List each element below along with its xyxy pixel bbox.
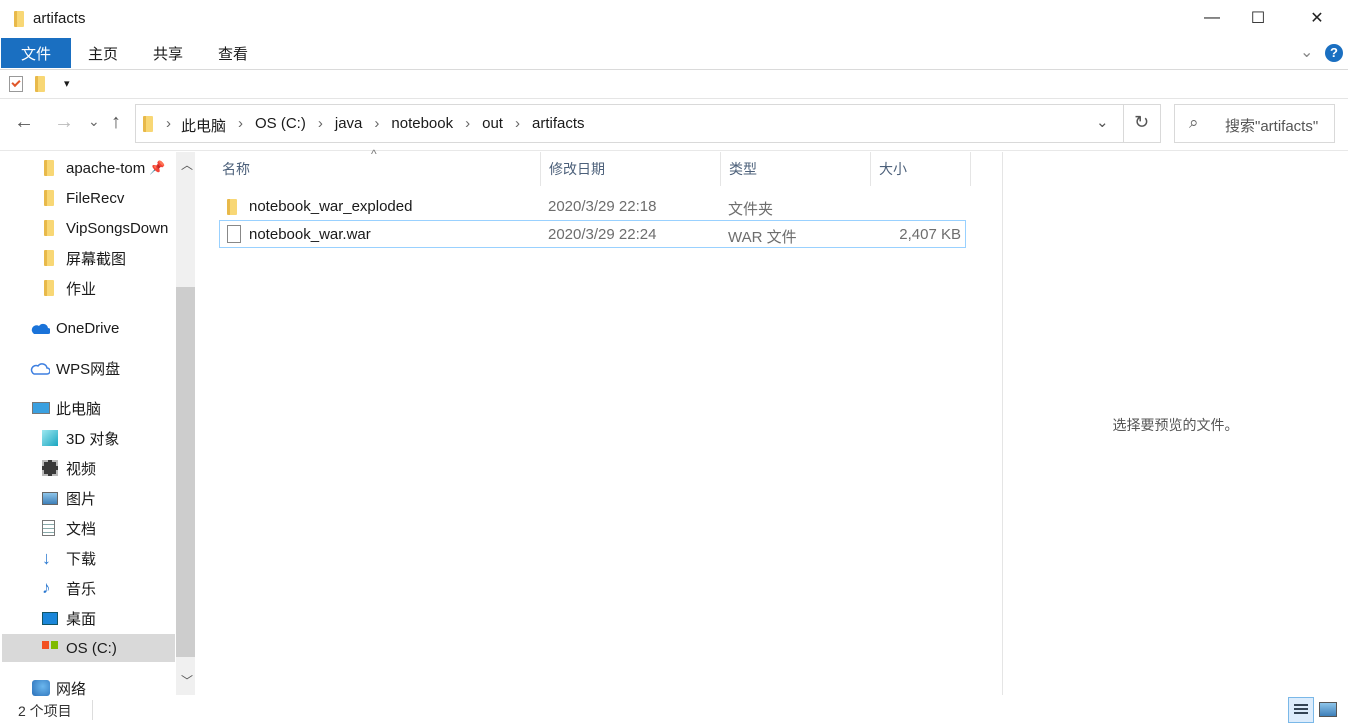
cube-icon [42,430,58,446]
column-header-modified[interactable]: 修改日期 [541,152,721,186]
customize-quick-access-button[interactable]: ▾ [64,77,70,90]
sidebar-item-network[interactable]: 网络 [0,674,175,702]
film-icon [42,460,58,476]
scroll-down-arrow[interactable]: ﹀ [181,672,193,689]
onedrive-icon [31,323,50,334]
sidebar-scrollbar[interactable]: ︿ ﹀ [176,152,195,695]
breadcrumb-notebook[interactable]: notebook [391,115,453,136]
search-placeholder: 搜索"artifacts" [1225,118,1319,135]
sidebar-item-downloads[interactable]: ↓ 下载 [0,544,175,572]
sidebar-item-desktop[interactable]: 桌面 [0,604,175,632]
sidebar-item-filerecv[interactable]: FileRecv [0,184,175,212]
navigation-pane: apache-tom 📌 FileRecv VipSongsDown 屏幕截图 作… [0,152,196,698]
file-row[interactable]: notebook_war_exploded 2020/3/29 22:18 文件… [219,193,966,221]
back-button[interactable]: ← [14,111,34,134]
file-modified: 2020/3/29 22:18 [548,198,657,215]
file-size: 2,407 KB [899,226,961,243]
breadcrumb-out[interactable]: out [482,115,503,136]
preview-message: 选择要预览的文件。 [1112,417,1239,433]
folder-icon [44,250,54,266]
desktop-icon [42,611,58,625]
file-type: WAR 文件 [728,229,797,246]
search-icon: ⌕ [1189,113,1199,132]
address-dropdown-button[interactable]: ⌄ [1096,113,1109,131]
search-input[interactable]: ⌕ 搜索"artifacts" [1174,104,1335,143]
large-icons-view-button[interactable] [1319,702,1337,717]
window-title: artifacts [33,10,86,27]
refresh-button[interactable]: ↻ [1134,112,1149,133]
separator: › [374,115,380,132]
status-item-count: 2 个项目 [18,703,72,719]
folder-icon [14,11,24,27]
file-modified: 2020/3/29 22:24 [548,226,657,243]
sidebar-item-pictures[interactable]: 图片 [0,484,175,512]
tab-share[interactable]: 共享 [140,38,196,68]
folder-icon [44,280,54,296]
sidebar-item-screenshots[interactable]: 屏幕截图 [0,244,175,272]
sidebar-item-3d-objects[interactable]: 3D 对象 [0,424,175,452]
column-header-type[interactable]: 类型 [721,152,871,186]
tab-view[interactable]: 查看 [205,38,261,68]
separator: › [465,115,471,132]
computer-icon [32,402,50,414]
folder-icon [227,199,237,215]
document-icon [42,520,55,536]
breadcrumb-java[interactable]: java [335,115,363,136]
sidebar-item-onedrive[interactable]: OneDrive [0,314,175,342]
forward-button[interactable]: → [54,111,74,134]
minimize-button[interactable]: — [1189,0,1235,36]
scrollbar-thumb[interactable] [176,287,195,657]
sidebar-item-os-c[interactable]: OS (C:) [2,634,175,662]
breadcrumb-this-pc[interactable]: 此电脑 [181,115,226,136]
help-button[interactable]: ? [1325,44,1343,62]
download-icon: ↓ [42,548,51,568]
column-header-name[interactable]: 名称 [214,152,541,186]
sidebar-item-music[interactable]: ♪ 音乐 [0,574,175,602]
breadcrumb-os-c[interactable]: OS (C:) [255,115,306,136]
sidebar-item-vipsongsdown[interactable]: VipSongsDown [0,214,175,242]
sidebar-item-homework[interactable]: 作业 [0,274,175,302]
scroll-up-arrow[interactable]: ︿ [181,156,193,173]
separator: › [514,115,520,132]
up-button[interactable]: ↑ [111,111,121,134]
separator: › [166,115,171,132]
tab-home[interactable]: 主页 [75,38,131,68]
maximize-button[interactable]: ☐ [1235,0,1281,36]
file-icon [227,225,241,243]
folder-icon [44,190,54,206]
tab-file[interactable]: 文件 [1,38,71,68]
file-type: 文件夹 [728,201,774,218]
separator: › [317,115,323,132]
folder-icon [44,220,54,236]
sidebar-item-wps[interactable]: WPS网盘 [0,354,175,382]
breadcrumb-artifacts[interactable]: artifacts [532,115,585,136]
folder-icon [143,116,153,132]
folder-icon [44,160,54,176]
sidebar-item-videos[interactable]: 视频 [0,454,175,482]
drive-icon [42,641,58,649]
details-view-button[interactable] [1288,697,1314,723]
music-icon: ♪ [42,578,51,597]
ribbon-expand-button[interactable]: ⌄ [1300,42,1313,62]
sidebar-item-documents[interactable]: 文档 [0,514,175,542]
separator: › [238,115,244,132]
file-row[interactable]: notebook_war.war 2020/3/29 22:24 WAR 文件 … [219,220,966,248]
column-header-size[interactable]: 大小 [871,152,971,186]
file-name: notebook_war_exploded [249,198,413,215]
network-icon [32,680,50,696]
picture-icon [42,491,58,505]
sidebar-item-apache-tom[interactable]: apache-tom 📌 [0,154,175,182]
pin-icon: 📌 [149,160,166,175]
address-bar[interactable]: › 此电脑 › OS (C:) › java › notebook › out … [135,104,1161,143]
file-name: notebook_war.war [249,226,371,243]
properties-icon[interactable] [9,76,23,92]
sidebar-item-this-pc[interactable]: 此电脑 [0,394,175,422]
divider [0,98,1348,99]
close-button[interactable]: ✕ [1294,0,1340,36]
new-folder-icon[interactable] [35,76,45,92]
recent-locations-button[interactable]: ⌄ [88,113,100,130]
divider [0,69,1348,70]
cloud-icon [30,363,50,375]
